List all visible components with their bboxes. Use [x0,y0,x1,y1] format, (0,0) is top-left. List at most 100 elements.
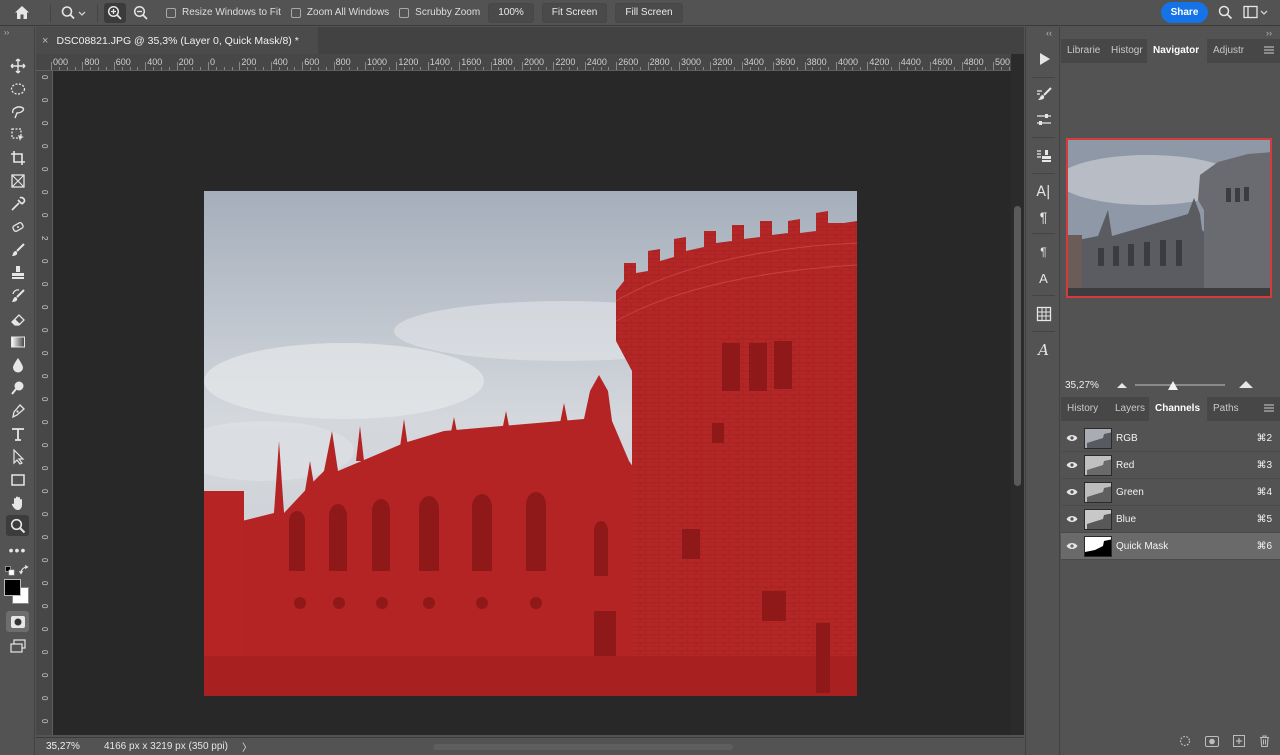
eye-icon[interactable] [1061,488,1083,496]
glyphs-button[interactable] [1032,303,1055,325]
paragraph-styles-icon: ¶ [1040,245,1047,259]
checkbox-box[interactable] [290,7,301,18]
eye-icon[interactable] [1061,515,1083,523]
zoom-all-windows-checkbox[interactable]: Zoom All Windows [290,7,389,18]
channel-row-selected[interactable]: Quick Mask ⌘6 [1061,533,1280,560]
clone-stamp-tool[interactable] [6,262,29,283]
vertical-scrollbar[interactable] [1011,54,1024,735]
navigator-zoom-value[interactable]: 35,27% [1061,380,1111,391]
zoom-tool[interactable] [6,515,29,536]
scrollbar-thumb[interactable] [1014,206,1021,486]
ruler-tick [90,67,92,70]
tab-navigator[interactable]: Navigator [1147,39,1207,63]
healing-brush-tool[interactable] [6,216,29,237]
channel-row[interactable]: Red ⌘3 [1061,452,1280,479]
pen-tool[interactable] [6,400,29,421]
fit-screen-button[interactable]: Fit Screen [541,2,608,23]
dodge-tool[interactable] [6,377,29,398]
gradient-tool[interactable] [6,331,29,352]
eye-icon[interactable] [1061,434,1083,442]
toolbar-collapse-icon[interactable]: ›› [0,27,34,39]
swap-colors-icon[interactable] [19,565,30,579]
document-image[interactable] [204,191,857,696]
status-menu-arrow[interactable]: 〉 [242,739,252,754]
zoom-out-button[interactable] [130,3,152,23]
zoom-100-button[interactable]: 100% [488,2,534,23]
brush-settings-button[interactable] [1032,84,1055,106]
trash-icon[interactable] [1259,735,1270,750]
close-icon[interactable]: × [42,35,48,47]
character-styles-button[interactable]: A [1032,267,1055,289]
zoom-tool-preset-picker[interactable] [57,3,91,23]
tab-channels[interactable]: Channels [1149,397,1207,421]
new-channel-icon[interactable] [1233,735,1245,750]
dock-expand-icon[interactable]: ‹‹ [1046,28,1052,38]
rectangle-tool[interactable] [6,469,29,490]
panel-menu-icon[interactable] [1264,403,1274,415]
ruler-tick [51,62,52,70]
more-tools-button[interactable]: ••• [6,539,29,560]
object-selection-tool[interactable] [6,124,29,145]
tab-adjustments[interactable]: Adjustr [1207,39,1251,63]
slider-handle[interactable] [1168,381,1178,393]
character-panel-button[interactable]: A| [1032,181,1055,203]
zoom-in-button[interactable] [104,2,126,23]
hand-tool[interactable] [6,492,29,513]
lasso-tool[interactable] [6,101,29,122]
workspace-icon[interactable] [1243,5,1269,23]
eraser-tool[interactable] [6,308,29,329]
ruler-tick [616,62,618,70]
marquee-tool[interactable] [6,78,29,99]
path-selection-tool[interactable] [6,446,29,467]
tab-paths[interactable]: Paths [1207,397,1247,421]
search-icon[interactable] [1218,5,1233,23]
home-icon[interactable] [0,0,44,26]
channel-row[interactable]: RGB ⌘2 [1061,425,1280,452]
horizontal-scrollbar-thumb[interactable] [433,744,733,750]
blur-tool[interactable] [6,354,29,375]
checkbox-box[interactable] [166,7,176,18]
default-colors-icon[interactable] [5,566,15,579]
navigator-preview[interactable] [1066,138,1272,298]
brush-tool[interactable] [6,239,29,260]
channel-row[interactable]: Blue ⌘5 [1061,506,1280,533]
paragraph-panel-button[interactable]: ¶ [1032,206,1055,228]
share-button[interactable]: Share [1161,2,1208,23]
tab-layers[interactable]: Layers [1109,397,1149,421]
eye-icon[interactable] [1061,461,1083,469]
document-tab[interactable]: × DSC08821.JPG @ 35,3% (Layer 0, Quick M… [36,27,318,54]
eyedropper-tool[interactable] [6,193,29,214]
crop-tool[interactable] [6,147,29,168]
eye-icon[interactable] [1061,542,1083,550]
zoom-out-mountain-icon[interactable] [1117,379,1127,391]
font-panel-button[interactable]: A [1032,339,1055,361]
adjustments-button[interactable] [1032,109,1055,131]
frame-tool[interactable] [6,170,29,191]
paragraph-styles-button[interactable]: ¶ [1032,241,1055,263]
foreground-color-swatch[interactable] [4,579,21,596]
type-tool[interactable] [6,423,29,444]
resize-windows-checkbox[interactable]: Resize Windows to Fit [166,7,281,18]
channel-row[interactable]: Green ⌘4 [1061,479,1280,506]
tab-histogram[interactable]: Histogr [1105,39,1147,63]
tab-libraries[interactable]: Librarie [1061,39,1105,63]
ruler-tick [160,67,162,70]
navigator-zoom-slider[interactable] [1135,380,1225,390]
scrubby-zoom-checkbox[interactable]: Scrubby Zoom [399,7,480,18]
panel-collapse-icon[interactable]: ›› [1266,28,1272,38]
panel-menu-icon[interactable] [1264,45,1274,57]
status-zoom-value[interactable]: 35,27% [36,741,88,752]
fill-screen-button[interactable]: Fill Screen [615,2,683,23]
screen-mode-button[interactable] [6,635,29,656]
checkbox-box[interactable] [399,7,410,18]
clone-source-button[interactable] [1032,145,1055,167]
history-brush-tool[interactable] [6,285,29,306]
load-selection-icon[interactable] [1179,735,1191,750]
zoom-in-mountain-icon[interactable] [1239,379,1253,391]
move-tool[interactable] [6,55,29,76]
actions-play-button[interactable] [1032,48,1055,70]
quick-mask-button[interactable] [6,611,29,632]
canvas-area[interactable] [53,71,1011,735]
save-selection-icon[interactable] [1205,735,1219,750]
tab-history[interactable]: History [1061,397,1109,421]
